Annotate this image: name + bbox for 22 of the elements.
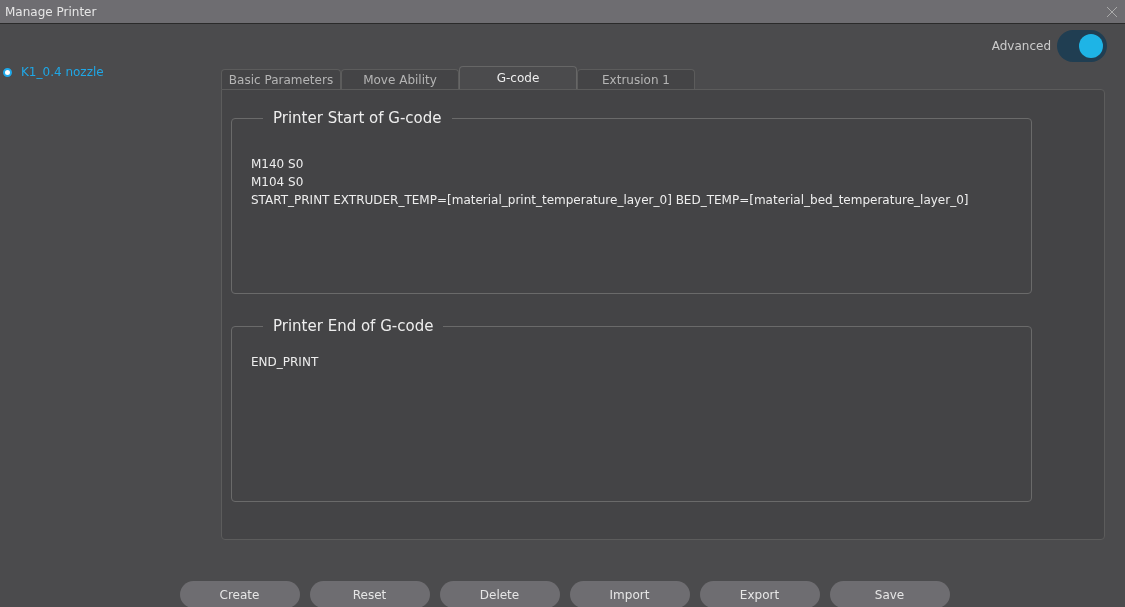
action-button[interactable]: Reset [309,581,430,607]
gcode-line: END_PRINT [251,354,319,371]
action-button[interactable]: Delete [439,581,560,607]
action-button[interactable]: Import [569,581,690,607]
group-title: Printer Start of G-code [272,109,443,127]
action-button[interactable]: Export [699,581,820,607]
tab[interactable]: G-code [459,66,577,89]
gcode-editor[interactable]: Printer Start of G-code M140 S0 M104 S0 START_PRINT EXTRUDER_TEMP=[material_print_temperature_layer_0] BED_TEMP=[material_bed_temperature_layer_0] [231,109,1032,294]
gcode-line: M140 S0 [251,156,304,173]
window-title: Manage Printer [5,4,97,19]
tab[interactable]: Move Ability [341,69,459,89]
gcode-line: START_PRINT EXTRUDER_TEMP=[material_print_temperature_layer_0] BED_TEMP=[material_bed_temperature_layer_0] [251,192,969,209]
tab[interactable]: Basic Parameters [221,69,341,89]
action-button[interactable]: Save [829,581,950,607]
group-title: Printer End of G-code [272,317,435,335]
tab[interactable]: Extrusion 1 [577,69,695,89]
action-button[interactable]: Create [179,581,300,607]
printer-item[interactable]: K1_0.4 nozzle [0,65,104,79]
advanced-label: Advanced [991,39,1051,53]
gcode-editor[interactable]: Printer End of G-code END_PRINT [231,317,1032,502]
advanced-toggle[interactable] [1057,30,1107,62]
gcode-line: M104 S0 [251,174,304,191]
